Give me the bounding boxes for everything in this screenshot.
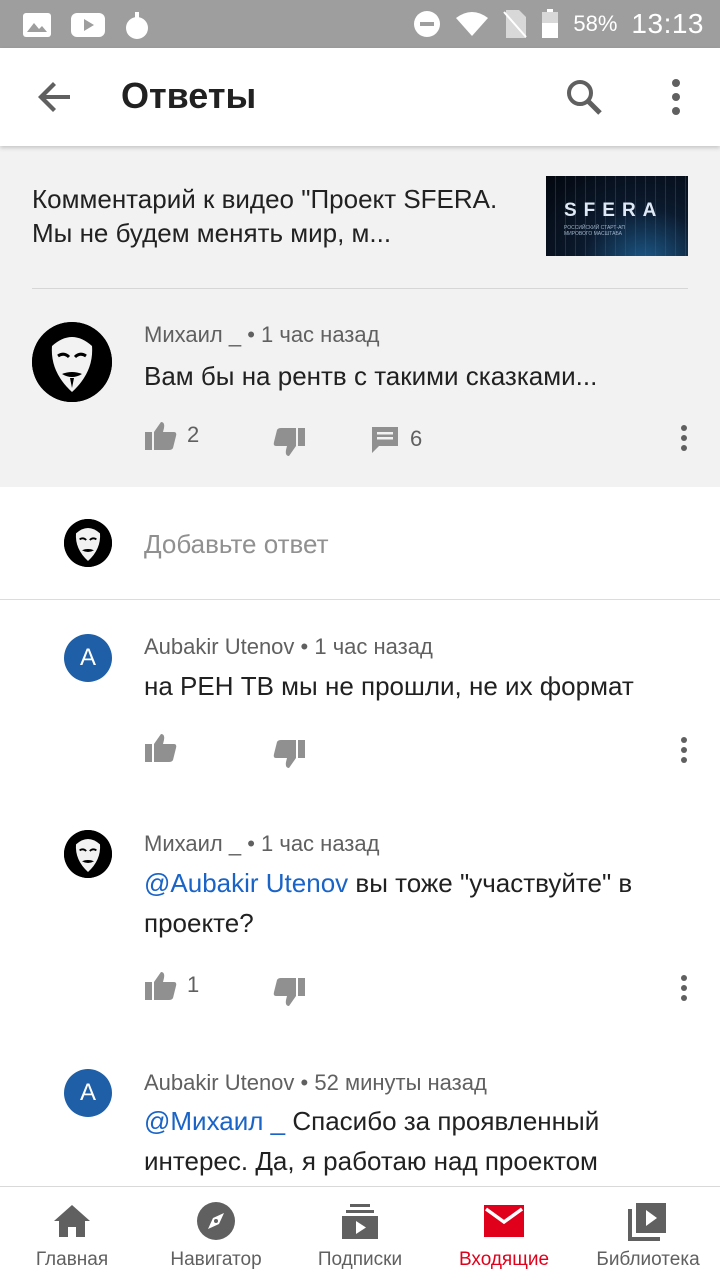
nav-label: Подписки <box>317 1249 403 1270</box>
comment-time: 1 час назад <box>261 322 380 347</box>
comment-author[interactable]: Aubakir Utenov <box>144 634 294 659</box>
thumb-down-icon <box>273 428 305 456</box>
nav-inbox[interactable]: Входящие <box>432 1187 576 1280</box>
back-arrow-icon[interactable] <box>30 73 78 121</box>
comment-icon <box>372 427 398 453</box>
page-title: Ответы <box>121 75 257 116</box>
dislike-button[interactable] <box>273 978 305 1008</box>
comment-more-icon[interactable] <box>674 968 694 1008</box>
avatar[interactable] <box>32 322 112 402</box>
gallery-icon <box>23 13 51 37</box>
wifi-icon <box>456 12 489 36</box>
mask-avatar-icon <box>64 519 112 567</box>
like-button[interactable]: 1 <box>145 970 199 1000</box>
like-button[interactable] <box>145 732 177 762</box>
nav-label: Главная <box>35 1249 109 1270</box>
comment-time: 1 час назад <box>261 831 380 856</box>
like-count: 1 <box>187 972 200 997</box>
compass-icon <box>197 1202 235 1240</box>
comment-author[interactable]: Михаил _ <box>144 322 241 347</box>
more-vert-icon[interactable] <box>652 73 700 121</box>
mask-avatar-icon <box>32 322 112 402</box>
thumb-up-icon <box>145 972 177 1000</box>
nav-subscriptions[interactable]: Подписки <box>288 1187 432 1280</box>
avatar[interactable] <box>64 830 112 878</box>
nav-label: Навигатор <box>170 1249 262 1270</box>
thumb-up-icon <box>145 422 177 450</box>
parent-comment-section: Комментарий к видео "Проект SFERA. Мы не… <box>0 146 720 487</box>
like-button[interactable]: 2 <box>145 420 199 450</box>
comment-author[interactable]: Михаил _ <box>144 831 241 856</box>
comment-more-icon[interactable] <box>674 730 694 770</box>
divider <box>32 288 688 289</box>
add-reply-bar[interactable]: Добавьте ответ <box>0 487 720 600</box>
comment-text: на РЕН ТВ мы не прошли, не их формат <box>144 671 634 701</box>
reply-input[interactable]: Добавьте ответ <box>144 529 329 560</box>
subscriptions-icon <box>342 1204 378 1239</box>
battery-icon <box>542 9 559 38</box>
comment-meta: Михаил _ • 1 час назад <box>144 831 380 856</box>
comment-meta: Aubakir Utenov • 1 час назад <box>144 634 433 659</box>
mask-avatar-icon <box>64 830 112 878</box>
thumb-up-icon <box>145 734 177 762</box>
nav-explore[interactable]: Навигатор <box>144 1187 288 1280</box>
status-bar: 58% 13:13 <box>0 0 720 48</box>
dnd-icon <box>414 11 441 37</box>
comment-time: 1 час назад <box>314 634 433 659</box>
no-sim-icon <box>503 10 528 38</box>
replies-button[interactable]: 6 <box>370 424 422 454</box>
app-icon <box>126 12 148 39</box>
comment-author[interactable]: Aubakir Utenov <box>144 1070 294 1095</box>
comment-text: @Михаил _ Спасибо за проявленный интерес… <box>144 1101 689 1181</box>
thumbnail-logo: SFERA <box>564 200 664 221</box>
clock: 13:13 <box>631 8 704 39</box>
home-icon <box>54 1205 90 1237</box>
comment-time: 52 минуты назад <box>314 1070 487 1095</box>
thumbnail-subtitle: РОССИЙСКИЙ СТАРТ-АП МИРОВОГО МАСШТАБА <box>564 225 625 237</box>
comment-more-icon[interactable] <box>674 418 694 458</box>
avatar[interactable]: A <box>64 1069 112 1117</box>
video-title[interactable]: Комментарий к видео "Проект SFERA. Мы не… <box>32 182 522 250</box>
reply-count: 6 <box>410 426 423 451</box>
user-avatar <box>64 519 112 567</box>
nav-home[interactable]: Главная <box>0 1187 144 1280</box>
mention-link[interactable]: @Aubakir Utenov <box>144 868 348 898</box>
youtube-icon <box>71 13 105 37</box>
like-count: 2 <box>187 422 200 447</box>
app-bar: Ответы <box>0 48 720 146</box>
search-icon[interactable] <box>560 73 608 121</box>
comment-meta: Aubakir Utenov • 52 минуты назад <box>144 1070 487 1095</box>
nav-library[interactable]: Библиотека <box>576 1187 720 1280</box>
dislike-button[interactable] <box>273 740 305 770</box>
battery-percent: 58% <box>573 11 618 36</box>
thumb-down-icon <box>273 740 305 768</box>
nav-label: Библиотека <box>596 1249 700 1270</box>
comment-text: Вам бы на рентв с такими сказками... <box>144 361 598 391</box>
inbox-icon <box>484 1205 524 1237</box>
comment-text: @Aubakir Utenov вы тоже "участвуйте" в п… <box>144 863 689 943</box>
thumb-down-icon <box>273 978 305 1006</box>
comment-meta: Михаил _ • 1 час назад <box>144 322 380 347</box>
avatar[interactable]: A <box>64 634 112 682</box>
video-thumbnail[interactable]: SFERA РОССИЙСКИЙ СТАРТ-АП МИРОВОГО МАСШТ… <box>546 176 688 256</box>
mention-link[interactable]: @Михаил _ <box>144 1106 285 1136</box>
bottom-navigation: Главная Навигатор Подписки Входящие Библ… <box>0 1186 720 1280</box>
dislike-button[interactable] <box>273 428 305 458</box>
library-icon <box>628 1203 666 1241</box>
nav-label: Входящие <box>458 1249 550 1270</box>
